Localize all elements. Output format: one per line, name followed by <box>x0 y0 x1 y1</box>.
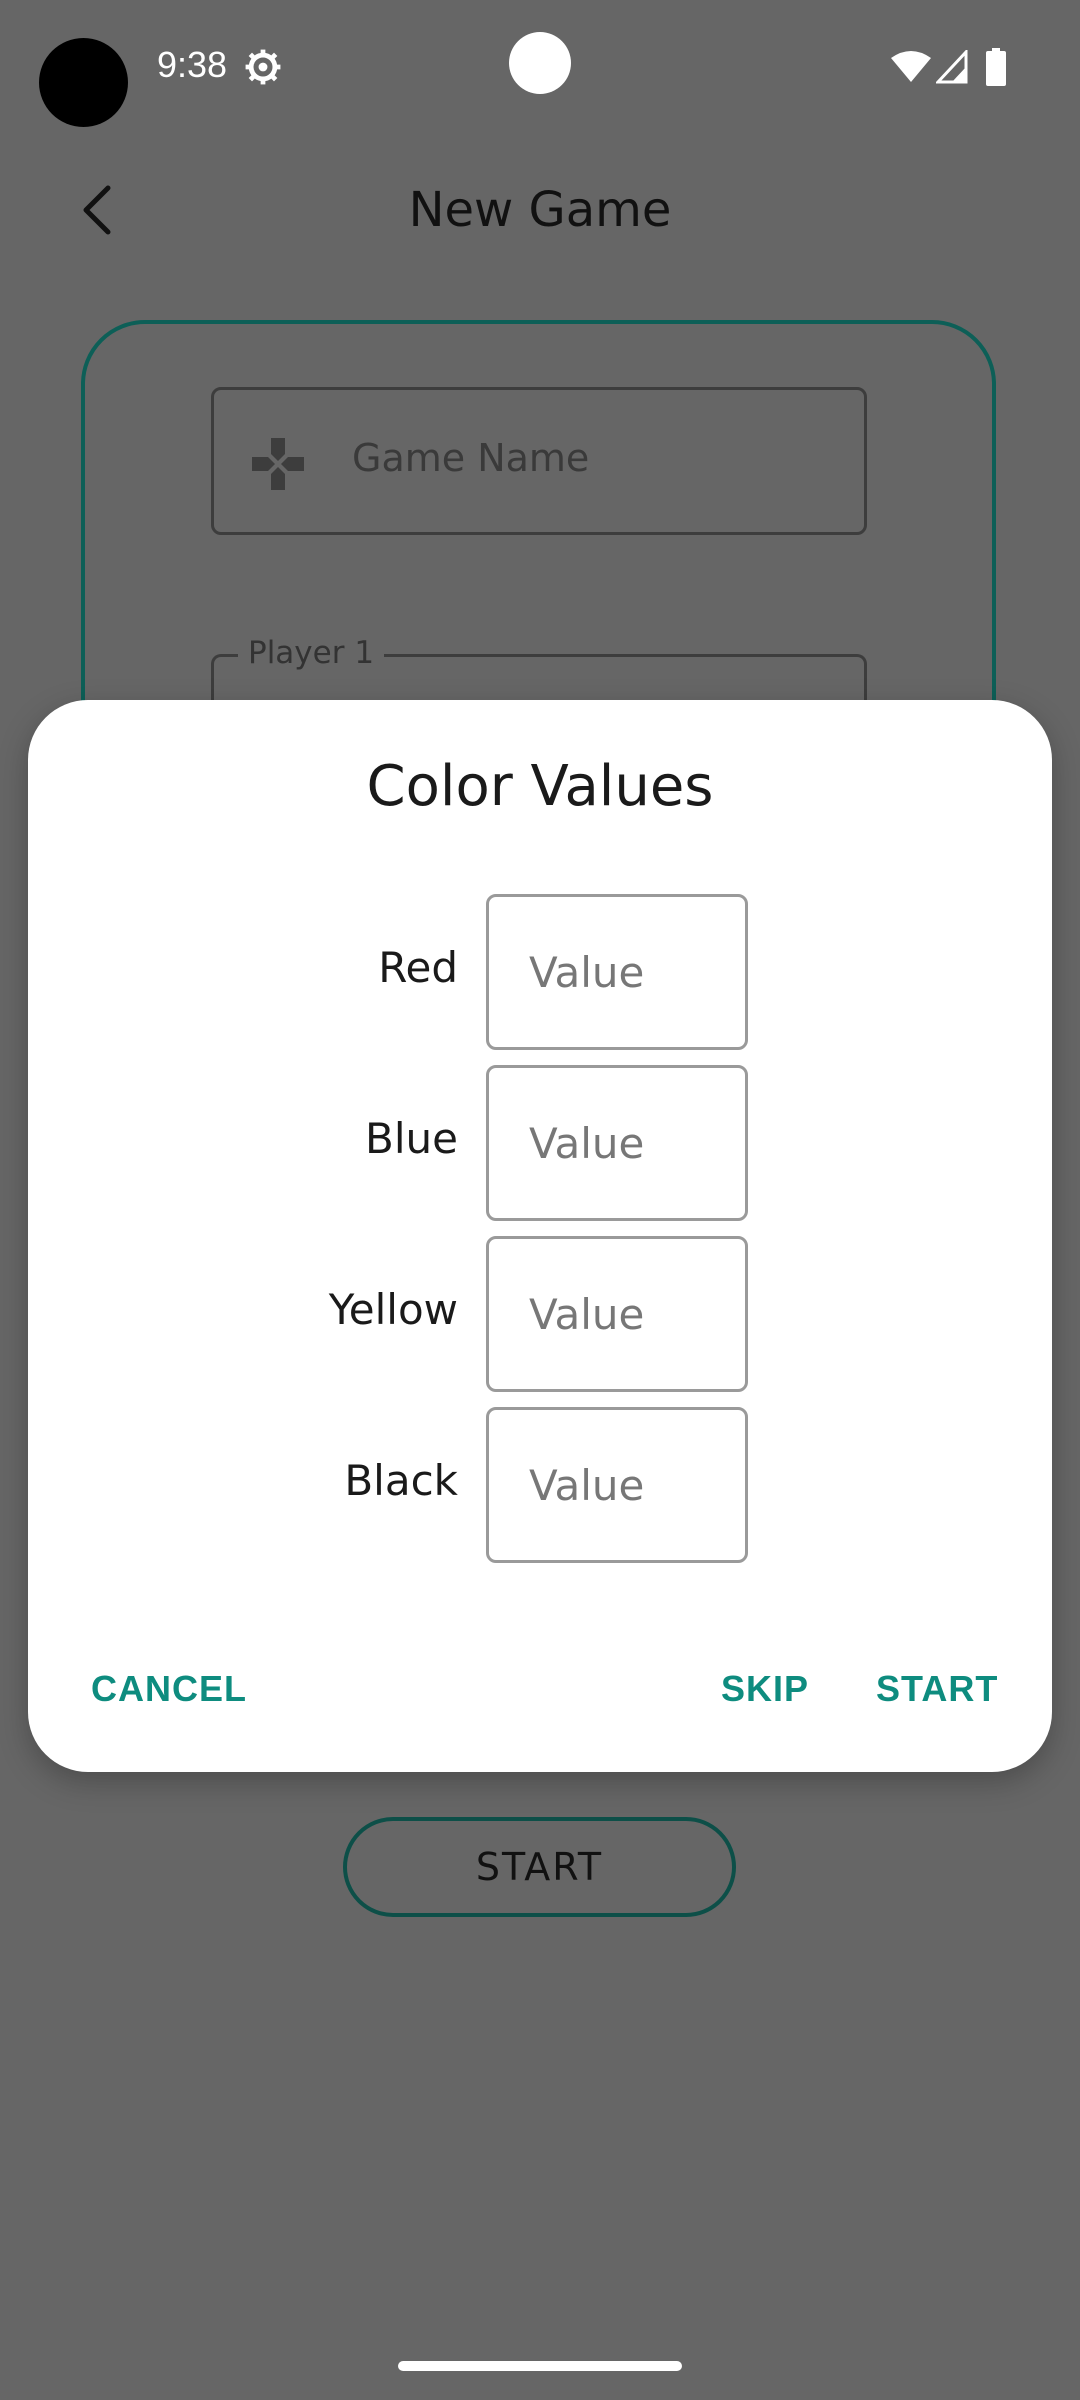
red-value-input[interactable] <box>486 894 748 1050</box>
camera-cutout <box>509 32 571 94</box>
blue-value-input[interactable] <box>486 1065 748 1221</box>
wifi-icon <box>891 51 931 82</box>
label-yellow: Yellow <box>328 1285 458 1334</box>
status-bar: 9:38 <box>0 0 1080 140</box>
yellow-value-input[interactable] <box>486 1236 748 1392</box>
gear-icon <box>245 49 281 85</box>
cancel-button[interactable]: CANCEL <box>91 1668 247 1710</box>
label-red: Red <box>378 943 458 992</box>
player-1-label: Player 1 <box>238 635 385 671</box>
label-blue: Blue <box>365 1114 458 1163</box>
skip-button[interactable]: SKIP <box>721 1668 809 1710</box>
screen: 9:38 New Game Game Name Player 1 START C… <box>0 0 1080 2400</box>
color-values-dialog: Color Values Red Blue Yellow Black CANCE… <box>28 700 1052 1772</box>
start-game-button[interactable]: START <box>343 1817 736 1917</box>
home-indicator[interactable] <box>398 2361 682 2371</box>
battery-icon <box>986 48 1006 86</box>
dialog-title: Color Values <box>366 754 714 819</box>
black-value-input[interactable] <box>486 1407 748 1563</box>
status-time: 9:38 <box>157 44 228 85</box>
label-black: Black <box>344 1456 458 1505</box>
dialog-start-button[interactable]: START <box>876 1668 998 1710</box>
camera-avatar <box>39 38 128 127</box>
game-name-placeholder: Game Name <box>352 436 590 480</box>
page-title: New Game <box>408 182 672 238</box>
game-name-field[interactable]: Game Name <box>211 387 867 535</box>
signal-icon <box>936 50 968 84</box>
dpad-icon <box>252 438 304 490</box>
